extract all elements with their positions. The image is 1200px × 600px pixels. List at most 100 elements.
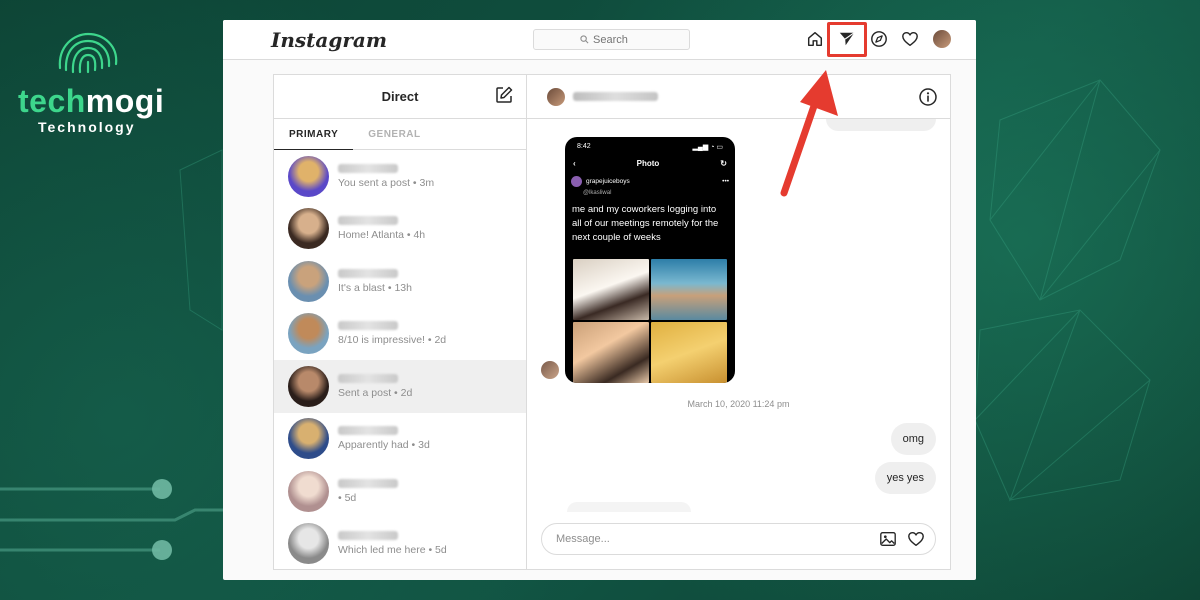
- brand-word-tech: tech: [18, 83, 86, 119]
- conversation-username-blurred[interactable]: [573, 92, 658, 101]
- message-input[interactable]: [556, 533, 871, 545]
- thread-item[interactable]: Home! Atlanta • 4h: [274, 203, 526, 256]
- thread-preview: Apparently had • 3d: [338, 439, 430, 452]
- thread-avatar: [288, 155, 329, 197]
- thread-preview: Home! Atlanta • 4h: [338, 229, 426, 242]
- thread-avatar: [288, 208, 329, 250]
- tab-primary[interactable]: PRIMARY: [274, 119, 354, 150]
- compose-icon[interactable]: [494, 85, 514, 110]
- thread-text: Home! Atlanta • 4h: [338, 216, 425, 241]
- thread-username-blurred: [338, 216, 398, 226]
- instagram-logo[interactable]: Instagram: [271, 28, 387, 52]
- thread-username-blurred: [338, 531, 398, 541]
- phone-refresh-icon: ↻: [720, 159, 727, 168]
- heart-icon[interactable]: [899, 28, 921, 50]
- thread-avatar: [288, 418, 329, 460]
- thread-username-blurred: [338, 268, 398, 278]
- message-bubble-yes-yes[interactable]: yes yes: [874, 462, 936, 494]
- thread-text: Which led me here • 5d: [338, 531, 447, 556]
- image-upload-icon[interactable]: [877, 528, 899, 550]
- thread-text: You sent a post • 3m: [338, 163, 435, 189]
- post-handle: @lkasliwal: [583, 190, 612, 196]
- phone-screen-title: Photo: [636, 159, 660, 168]
- phone-nav-bar: ‹ Photo ↻: [565, 157, 735, 174]
- thread-preview: Which led me here • 5d: [338, 544, 447, 557]
- thread-text: • 5d: [338, 478, 398, 504]
- instagram-window: Instagram Direct: [223, 20, 976, 580]
- thread-avatar: [288, 523, 329, 565]
- thread-preview: It's a blast • 13h: [338, 281, 412, 294]
- like-heart-icon[interactable]: [905, 528, 927, 550]
- post-header: grapejuiceboys •••: [565, 174, 735, 189]
- fingerprint-logo-icon: [58, 32, 118, 74]
- post-account-avatar: [571, 176, 582, 187]
- post-more-icon: •••: [722, 178, 729, 185]
- inbox-tabs: PRIMARY GENERAL: [274, 119, 526, 150]
- thread-avatar: [288, 365, 329, 407]
- thread-preview: • 5d: [338, 491, 357, 504]
- message-composer: [541, 523, 936, 555]
- message-bubble-omg[interactable]: omg: [890, 423, 936, 455]
- thread-text: It's a blast • 13h: [338, 268, 412, 294]
- phone-status-bar: 8:42 ▂▄▆ ◔ ▭: [565, 137, 735, 157]
- phone-time: 8:42: [577, 143, 591, 150]
- post-image-2: [651, 259, 727, 320]
- shared-post-screenshot[interactable]: 8:42 ▂▄▆ ◔ ▭ ‹ Photo ↻ grapejuiceboys ••…: [565, 137, 735, 383]
- thread-item[interactable]: You sent a post • 3m: [274, 150, 526, 203]
- post-image-3: [573, 322, 649, 383]
- techmogi-brand: techmogi Technology: [18, 28, 168, 135]
- search-icon: [580, 35, 589, 44]
- thread-preview: 8/10 is impressive! • 2d: [338, 334, 447, 347]
- profile-avatar[interactable]: [931, 28, 953, 50]
- thread-username-blurred: [338, 426, 398, 436]
- thread-avatar: [288, 470, 329, 512]
- top-navigation-bar: Instagram: [223, 20, 976, 60]
- thread-username-blurred: [338, 321, 398, 331]
- post-image-4: [651, 322, 727, 383]
- thread-avatar: [288, 313, 329, 355]
- sender-avatar: [541, 361, 559, 379]
- thread-list: You sent a post • 3m Home! Atlanta • 4h It…: [274, 150, 526, 570]
- explore-compass-icon[interactable]: [868, 28, 890, 50]
- brand-subtitle: Technology: [38, 119, 136, 135]
- thread-item[interactable]: Sent a post • 2d: [274, 360, 526, 413]
- inbox-title: Direct: [381, 89, 419, 104]
- phone-signal-icon: ▂▄▆ ◔ ▭: [692, 144, 723, 151]
- thread-item[interactable]: • 5d: [274, 465, 526, 518]
- info-icon[interactable]: [918, 87, 938, 112]
- post-image-grid: [573, 259, 727, 383]
- incoming-message-peek: [567, 502, 691, 512]
- thread-preview: You sent a post • 3m: [338, 176, 435, 189]
- thread-text: Apparently had • 3d: [338, 426, 430, 451]
- search-input[interactable]: [593, 33, 643, 46]
- phone-back-icon: ‹: [573, 159, 576, 168]
- brand-word-mogi: mogi: [85, 83, 165, 119]
- inbox-column: Direct PRIMARY GENERAL You sent a post •…: [274, 75, 527, 569]
- thread-username-blurred: [338, 163, 398, 173]
- conversation-avatar[interactable]: [547, 87, 565, 106]
- direct-panel: Direct PRIMARY GENERAL You sent a post •…: [273, 74, 951, 570]
- post-image-1: [573, 259, 649, 320]
- conversation-column: 8:42 ▂▄▆ ◔ ▭ ‹ Photo ↻ grapejuiceboys ••…: [527, 75, 950, 569]
- profile-avatar-image: [933, 30, 951, 48]
- thread-item[interactable]: Apparently had • 3d: [274, 413, 526, 466]
- conversation-header: [527, 75, 950, 119]
- thread-preview: Sent a post • 2d: [338, 386, 413, 399]
- red-arrow-annotation: [780, 70, 838, 197]
- thread-username-blurred: [338, 478, 398, 488]
- search-box[interactable]: [533, 29, 690, 50]
- thread-username-blurred: [338, 373, 398, 383]
- direct-send-icon[interactable]: [836, 28, 858, 50]
- inbox-header: Direct: [274, 75, 526, 119]
- thread-text: 8/10 is impressive! • 2d: [338, 321, 446, 346]
- thread-item[interactable]: Which led me here • 5d: [274, 518, 526, 571]
- message-timestamp: March 10, 2020 11:24 pm: [687, 399, 790, 409]
- thread-item[interactable]: 8/10 is impressive! • 2d: [274, 308, 526, 361]
- brand-wordmark: techmogi: [18, 85, 168, 117]
- post-account-name: grapejuiceboys: [586, 178, 630, 185]
- home-icon[interactable]: [804, 28, 826, 50]
- thread-text: Sent a post • 2d: [338, 373, 413, 399]
- thread-item[interactable]: It's a blast • 13h: [274, 255, 526, 308]
- thread-avatar: [288, 260, 329, 302]
- tab-general[interactable]: GENERAL: [353, 119, 435, 149]
